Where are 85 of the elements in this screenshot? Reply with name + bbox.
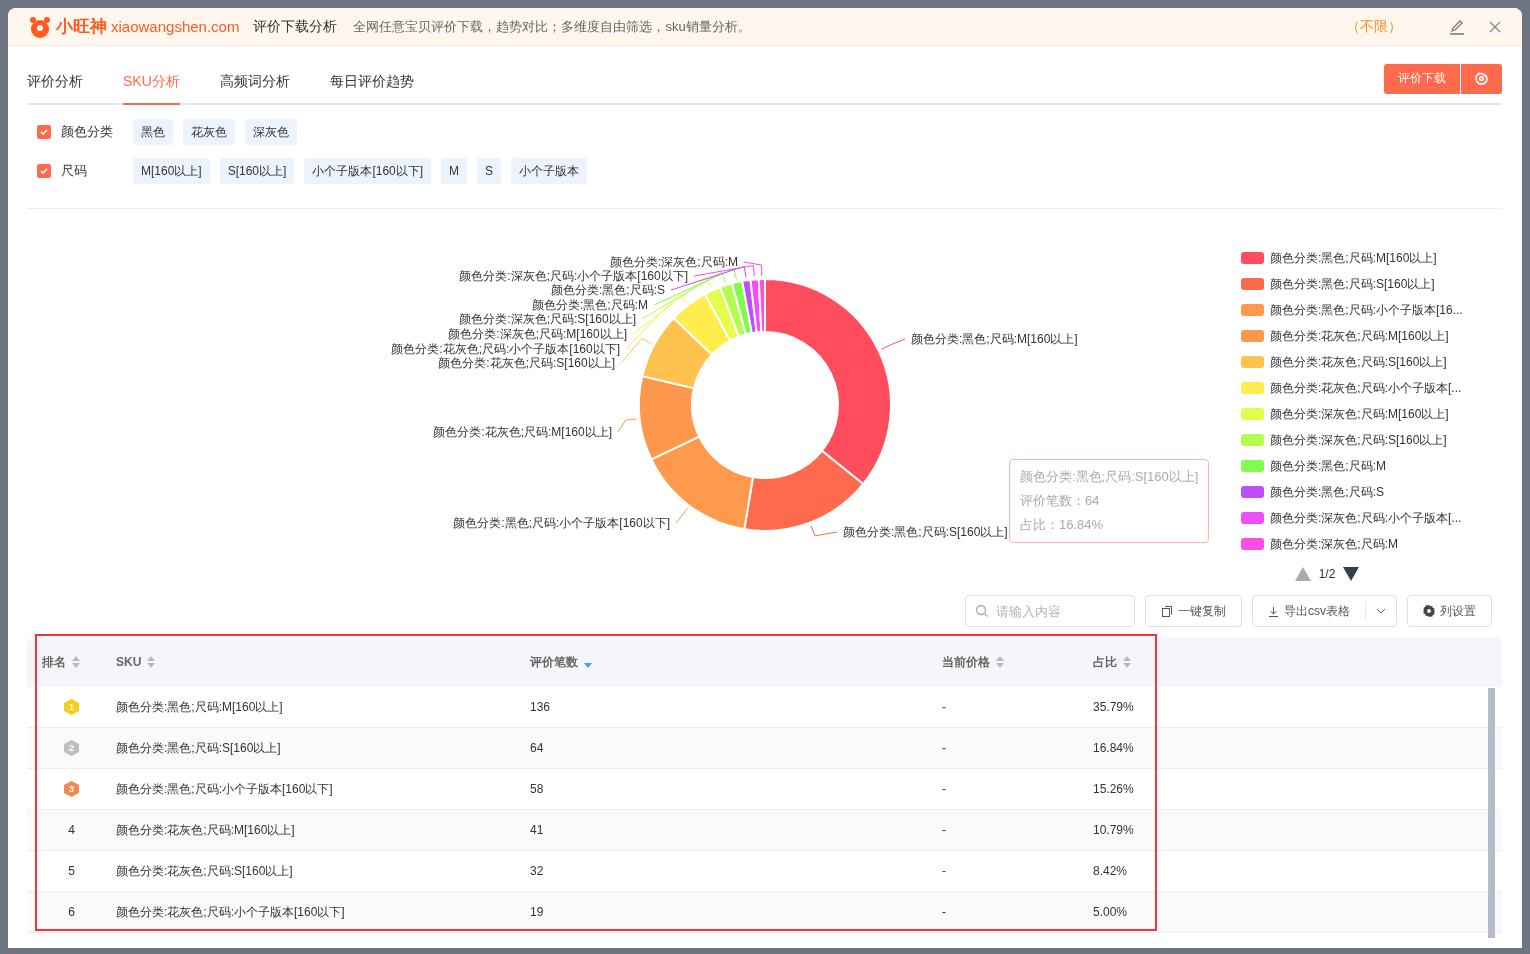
table-cell-text: 15.26% (1092, 781, 1135, 798)
filter-chip[interactable]: 小个子版本[160以下] (304, 158, 432, 184)
filter-chip[interactable]: S (477, 158, 502, 184)
legend-label[interactable]: 颜色分类:深灰色;尺码:S[160以上] (1270, 431, 1447, 449)
slice-label: 颜色分类:深灰色;尺码:M (610, 255, 738, 269)
table-cell-text: 32 (529, 863, 545, 880)
table-cell-text: 64 (529, 740, 545, 757)
tooltip-line: 评价笔数：64 (1020, 492, 1101, 510)
filter-label: 尺码 (61, 162, 88, 180)
legend-label[interactable]: 颜色分类:深灰色;尺码:M[160以上] (1270, 405, 1449, 423)
table-cell-text: 颜色分类:花灰色;尺码:S[160以上] (115, 862, 294, 880)
column-settings-button[interactable]: 列设置 (1407, 595, 1492, 627)
table-cell-text: 16.84% (1092, 740, 1135, 757)
copy-button[interactable]: 一键复制 (1145, 595, 1242, 627)
table-cell-text: 颜色分类:花灰色;尺码:小个子版本[160以下] (115, 903, 346, 921)
table-cell-text: 颜色分类:花灰色;尺码:M[160以上] (115, 821, 296, 839)
table-cell-text: 19 (529, 904, 545, 921)
tooltip-title: 颜色分类:黑色;尺码:S[160以上] (1020, 468, 1199, 486)
legend-label[interactable]: 颜色分类:花灰色;尺码:小个子版本[... (1270, 379, 1462, 397)
slice-label: 颜色分类:深灰色;尺码:小个子版本[160以下] (459, 269, 688, 283)
filter-chip[interactable]: 深灰色 (245, 119, 297, 145)
rank-medal: 1 (64, 699, 79, 715)
dialog-description: 全网任意宝贝评价下载，趋势对比；多维度自由筛选，sku销量分析。 (353, 17, 751, 36)
slice-label: 颜色分类:黑色;尺码:小个子版本[160以下] (453, 516, 670, 530)
quota-label: （不限） (1346, 17, 1402, 36)
table-cell-text: 颜色分类:黑色;尺码:S[160以上] (115, 739, 282, 757)
filter-chip[interactable]: 花灰色 (183, 119, 235, 145)
filter-label: 颜色分类 (61, 123, 114, 141)
tab[interactable]: 每日评价趋势 (329, 73, 414, 105)
rank-medal: 3 (64, 781, 79, 797)
filter-chip[interactable]: S[160以上] (219, 158, 295, 184)
table-cell-text: 35.79% (1092, 699, 1135, 716)
column-header[interactable]: 占比 (1093, 653, 1117, 671)
slice-label: 颜色分类:黑色;尺码:M[160以上] (911, 332, 1078, 346)
table-cell-text: - (941, 904, 947, 921)
rank-number: 5 (68, 864, 75, 878)
legend-label[interactable]: 颜色分类:黑色;尺码:S (1270, 483, 1384, 501)
filter-chip[interactable]: 小个子版本 (511, 158, 588, 184)
legend-label[interactable]: 颜色分类:花灰色;尺码:M[160以上] (1270, 327, 1449, 345)
rank-medal: 2 (64, 740, 79, 756)
table-cell-text: - (941, 740, 947, 757)
rank-number: 4 (68, 823, 75, 837)
table-cell-text: 5.00% (1092, 904, 1129, 921)
table-cell-text: 41 (529, 822, 545, 839)
tooltip-line: 占比：16.84% (1020, 516, 1105, 534)
dialog-title: 评价下载分析 (253, 17, 338, 36)
filter-chip[interactable]: M[160以上] (133, 158, 210, 184)
tab[interactable]: 评价分析 (27, 73, 83, 105)
table-cell-text: 颜色分类:黑色;尺码:M[160以上] (115, 698, 284, 716)
table-cell-text: 58 (529, 781, 545, 798)
legend-label[interactable]: 颜色分类:花灰色;尺码:S[160以上] (1270, 353, 1447, 371)
legend-label[interactable]: 颜色分类:黑色;尺码:S[160以上] (1270, 275, 1435, 293)
column-header[interactable]: 排名 (42, 653, 66, 671)
brand-domain: xiaowangshen.com (111, 18, 240, 35)
rank-number: 6 (68, 905, 75, 919)
filter-chip[interactable]: M (441, 158, 468, 184)
table-cell-text: - (941, 863, 947, 880)
slice-label: 颜色分类:黑色;尺码:S (551, 283, 665, 297)
slice-label: 颜色分类:花灰色;尺码:M[160以上] (433, 425, 612, 439)
column-header[interactable]: 当前价格 (942, 653, 990, 671)
table-cell-text: - (941, 822, 947, 839)
filter-chip[interactable]: 黑色 (133, 119, 173, 145)
legend-page: 1/2 (1318, 567, 1336, 581)
table-cell-text: 颜色分类:黑色;尺码:小个子版本[160以下] (115, 780, 334, 798)
column-header[interactable]: 评价笔数 (530, 653, 578, 671)
slice-label: 颜色分类:黑色;尺码:S[160以上] (843, 525, 1008, 539)
slice-label: 颜色分类:花灰色;尺码:小个子版本[160以下] (391, 342, 620, 356)
table-cell-text: - (941, 699, 947, 716)
table-cell-text: 10.79% (1092, 822, 1135, 839)
legend-label[interactable]: 颜色分类:深灰色;尺码:小个子版本[... (1270, 509, 1462, 527)
legend-label[interactable]: 颜色分类:深灰色;尺码:M (1270, 535, 1398, 553)
table-cell-text: 136 (529, 699, 552, 716)
table-cell-text: 8.42% (1092, 863, 1129, 880)
legend-label[interactable]: 颜色分类:黑色;尺码:M (1270, 457, 1386, 475)
brand-name: 小旺神 (56, 16, 107, 38)
slice-label: 颜色分类:深灰色;尺码:S[160以上] (459, 312, 636, 326)
search-field[interactable]: 请输入内容 (965, 595, 1135, 627)
table-cell-text: - (941, 781, 947, 798)
legend-label[interactable]: 颜色分类:黑色;尺码:小个子版本[16... (1270, 301, 1463, 319)
column-header[interactable]: SKU (116, 655, 142, 669)
tab[interactable]: 高频词分析 (219, 73, 290, 105)
slice-label: 颜色分类:深灰色;尺码:M[160以上] (448, 327, 627, 341)
slice-label: 颜色分类:黑色;尺码:M (532, 298, 648, 312)
legend-label[interactable]: 颜色分类:黑色;尺码:M[160以上] (1270, 249, 1437, 267)
slice-label: 颜色分类:花灰色;尺码:S[160以上] (438, 356, 615, 370)
